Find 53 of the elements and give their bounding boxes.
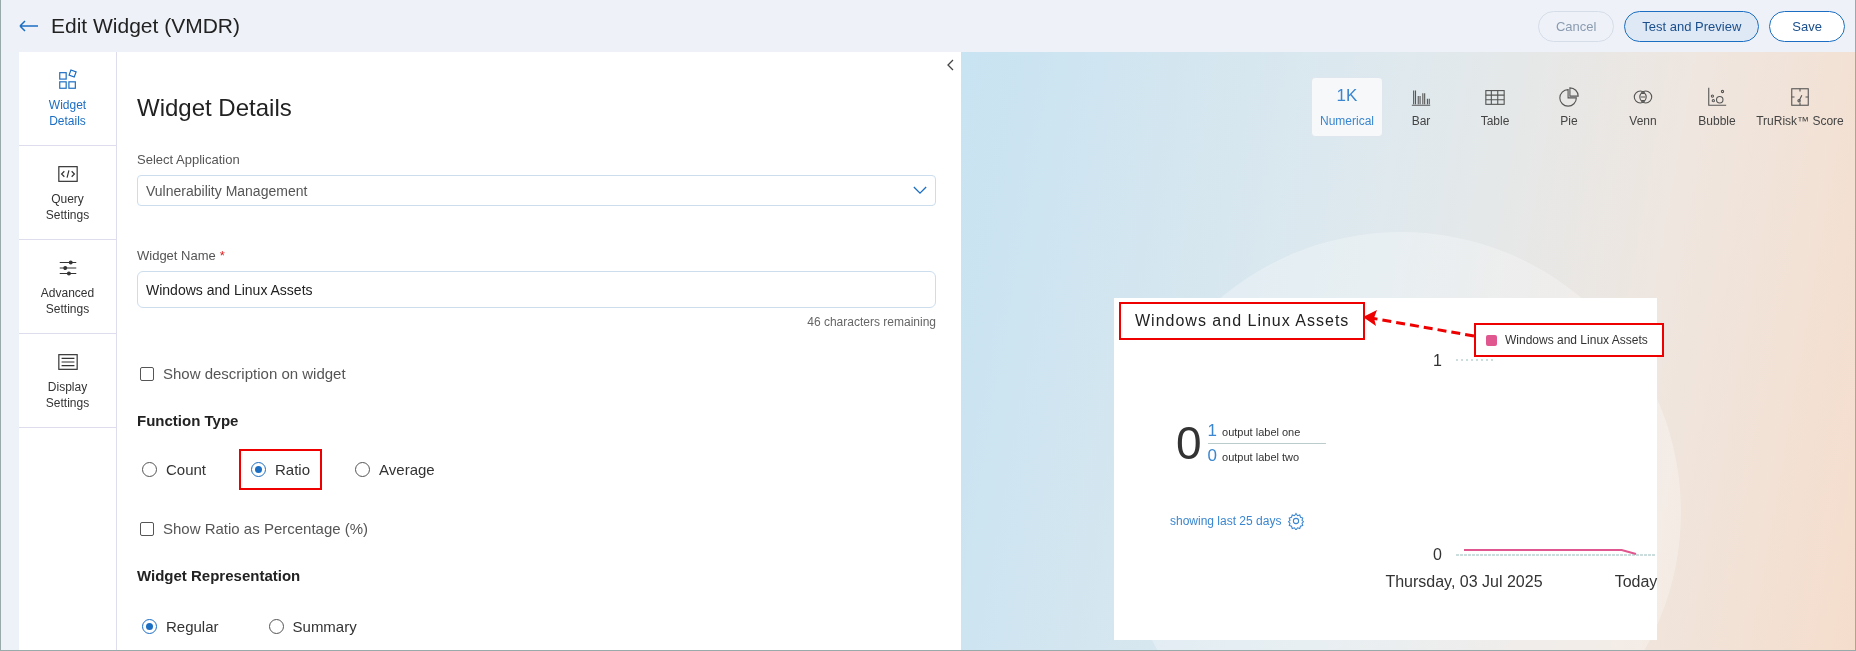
gauge-icon xyxy=(1789,86,1811,108)
page-title: Edit Widget (VMDR) xyxy=(51,14,241,38)
date-range-link[interactable]: showing last 25 days xyxy=(1170,514,1282,528)
checkbox-label: Show description on widget xyxy=(163,365,346,382)
grid-line xyxy=(1455,359,1495,361)
required-marker: * xyxy=(219,248,225,263)
output-value: 1 xyxy=(1207,420,1218,441)
output-value: 0 xyxy=(1207,445,1218,466)
radio-label: Count xyxy=(166,461,207,478)
section-label: Function Type xyxy=(137,412,239,429)
chart-type-option[interactable]: Bar xyxy=(1385,77,1457,137)
pie-chart-icon xyxy=(1558,86,1580,108)
back-arrow-icon[interactable] xyxy=(19,20,39,32)
bubble-chart-icon xyxy=(1706,86,1728,108)
character-counter: 46 characters remaining xyxy=(807,315,936,329)
chart-type-option[interactable]: Table xyxy=(1459,77,1531,137)
checkbox[interactable] xyxy=(140,521,154,536)
input-field[interactable]: Windows and Linux Assets xyxy=(137,271,936,308)
field-label: Select Application xyxy=(137,152,240,167)
ratio-value: 0 xyxy=(1176,416,1202,470)
sidebar-tab[interactable]: Display Settings xyxy=(19,334,116,428)
chart-type-option[interactable]: TruRisk™ Score xyxy=(1755,77,1845,137)
output-label: output label two xyxy=(1222,450,1300,463)
chart-type-option[interactable]: 1K Numerical xyxy=(1311,77,1383,137)
shapes-icon xyxy=(56,68,79,91)
sidebar-tab[interactable]: Advanced Settings xyxy=(19,240,116,334)
radio-label: Regular xyxy=(166,618,219,635)
radio-label: Ratio xyxy=(275,461,311,478)
sidebar-tab[interactable]: Query Settings xyxy=(19,146,116,240)
chart-type-option[interactable]: Bubble xyxy=(1681,77,1753,137)
axis-tick-label: 0 xyxy=(1433,546,1442,563)
chart-type-option[interactable]: Venn xyxy=(1607,77,1679,137)
checkbox[interactable] xyxy=(140,366,154,381)
field-label: Widget Name xyxy=(137,248,216,263)
chart-type-option[interactable]: Pie xyxy=(1533,77,1605,137)
section-label: Widget Representation xyxy=(137,567,301,584)
settings-icon[interactable] xyxy=(1287,512,1306,530)
save-button[interactable]: Save xyxy=(1769,10,1845,42)
chevron-down-icon xyxy=(913,186,927,195)
widget-title: Windows and Linux Assets xyxy=(1119,302,1366,340)
chevron-left-icon xyxy=(946,59,954,71)
axis-tick-label: 1 xyxy=(1433,352,1442,369)
header-button[interactable]: Test and Preview xyxy=(1624,10,1760,42)
application-select[interactable]: Vulnerability Management xyxy=(137,175,936,206)
output-label: output label one xyxy=(1222,425,1301,438)
checkbox-label: Show Ratio as Percentage (%) xyxy=(163,520,369,537)
axis-date-label: Thursday, 03 Jul 2025 xyxy=(1385,573,1543,590)
sidebar-tab[interactable]: Widget Details xyxy=(19,52,116,146)
legend-label: Windows and Linux Assets xyxy=(1505,333,1648,347)
radio-label: Summary xyxy=(292,618,357,635)
section-heading: Widget Details xyxy=(137,94,292,122)
axis-date-label: Today xyxy=(1614,573,1658,590)
radio-label: Average xyxy=(379,461,435,478)
